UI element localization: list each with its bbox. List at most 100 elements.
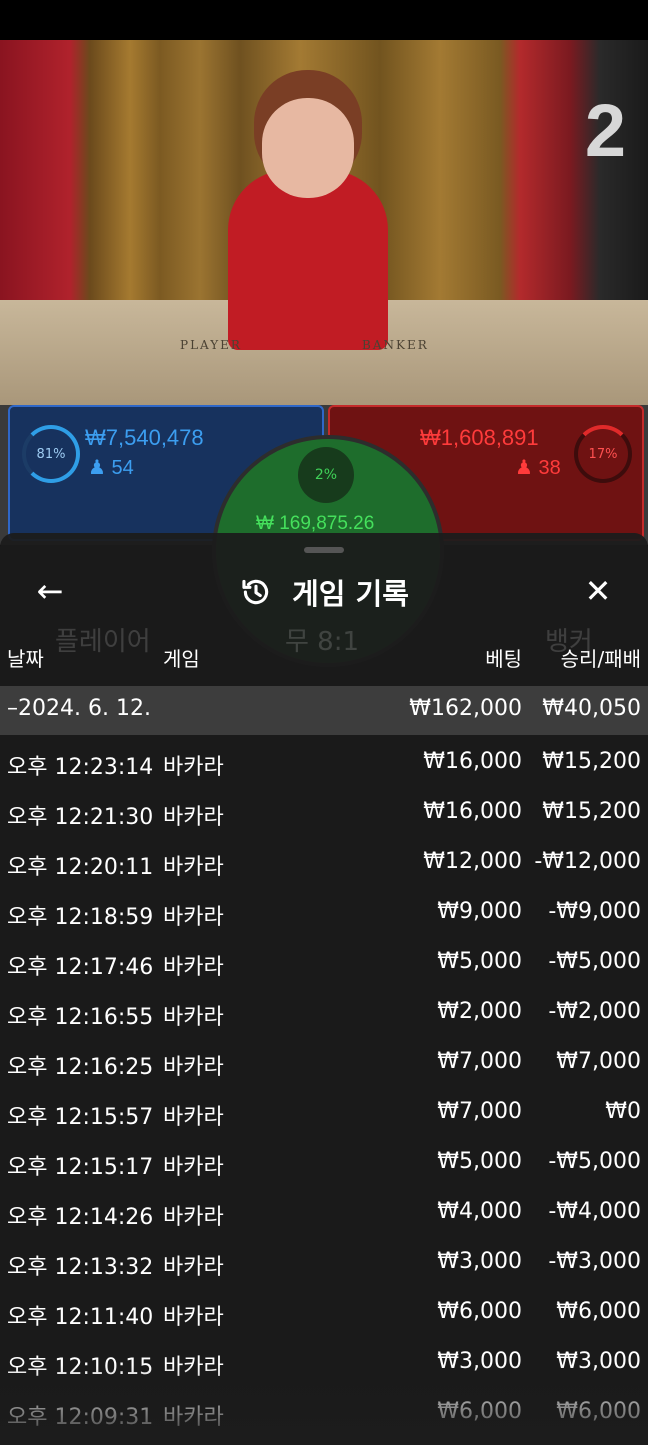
row-bet: ₩4,000: [437, 1199, 522, 1224]
banker-count-value: 38: [538, 457, 561, 479]
col-game: 게임: [163, 647, 200, 671]
row-time: 오후 12:23:14: [7, 755, 154, 780]
history-row[interactable]: 오후 12:20:11 바카라 ₩12,000 -₩12,000: [0, 839, 648, 889]
tie-percent: 2%: [298, 447, 354, 503]
row-bet: ₩6,000: [437, 1299, 522, 1324]
player-percent-ring: 81%: [22, 425, 80, 483]
date-group-label: –2024. 6. 12.: [7, 696, 151, 721]
row-time: 오후 12:16:25: [7, 1055, 154, 1080]
dealer-head: [262, 98, 354, 198]
bet-summary-area: 81% ₩7,540,478 ♟ 54 ₩1,608,891 ♟ 38 17% …: [0, 405, 648, 667]
banker-count: ♟ 38: [515, 455, 561, 480]
row-game: 바카라: [163, 1205, 224, 1230]
panel-header: ← 게임 기록 ✕: [0, 563, 648, 613]
row-result: -₩2,000: [548, 999, 641, 1024]
row-result: ₩3,000: [556, 1349, 641, 1374]
live-video-feed: PLAYER BANKER 2: [0, 40, 648, 405]
user-icon: ♟: [515, 457, 539, 479]
history-row[interactable]: 오후 12:09:31 바카라 ₩6,000 ₩6,000: [0, 1389, 648, 1439]
game-history-panel: 플레이어 무 8:1 뱅커 ← 게임 기록 ✕ 날짜 게임 베팅 승리/패배 –…: [0, 533, 648, 1445]
row-time: 오후 12:21:30: [7, 805, 154, 830]
tie-total-amount: ₩ 169,875.26: [256, 513, 375, 534]
status-bar: [0, 0, 648, 40]
history-row[interactable]: 오후 12:21:30 바카라 ₩16,000 ₩15,200: [0, 789, 648, 839]
row-bet: ₩3,000: [437, 1349, 522, 1374]
row-time: 오후 12:15:17: [7, 1155, 154, 1180]
history-row[interactable]: 오후 12:10:15 바카라 ₩3,000 ₩3,000: [0, 1339, 648, 1389]
col-bet: 베팅: [485, 647, 522, 671]
history-row[interactable]: 오후 12:13:32 바카라 ₩3,000 -₩3,000: [0, 1239, 648, 1289]
row-bet: ₩9,000: [437, 899, 522, 924]
row-game: 바카라: [163, 1005, 224, 1030]
history-row[interactable]: 오후 12:23:14 바카라 ₩16,000 ₩15,200: [0, 739, 648, 789]
row-time: 오후 12:10:15: [7, 1355, 154, 1380]
row-bet: ₩16,000: [423, 799, 522, 824]
panel-title: 게임 기록: [292, 577, 409, 611]
history-row[interactable]: 오후 12:11:40 바카라 ₩6,000 ₩6,000: [0, 1289, 648, 1339]
row-game: 바카라: [163, 905, 224, 930]
history-icon: [242, 579, 269, 605]
history-row[interactable]: 오후 12:16:25 바카라 ₩7,000 ₩7,000: [0, 1039, 648, 1089]
table-player-label: PLAYER: [180, 338, 242, 352]
row-result: -₩3,000: [548, 1249, 641, 1274]
date-group-result-total: ₩40,050: [542, 696, 641, 721]
column-headers: 날짜 게임 베팅 승리/패배: [0, 643, 648, 673]
row-bet: ₩2,000: [437, 999, 522, 1024]
row-result: -₩9,000: [548, 899, 641, 924]
banker-percent-ring: 17%: [574, 425, 632, 483]
row-result: -₩4,000: [548, 1199, 641, 1224]
row-result: -₩5,000: [548, 949, 641, 974]
row-time: 오후 12:14:26: [7, 1205, 154, 1230]
row-game: 바카라: [163, 1055, 224, 1080]
player-count: ♟ 54: [88, 455, 134, 480]
row-result: ₩0: [605, 1099, 641, 1124]
row-result: -₩5,000: [548, 1149, 641, 1174]
col-result: 승리/패배: [560, 647, 641, 671]
row-game: 바카라: [163, 1355, 224, 1380]
history-row[interactable]: 오후 12:16:55 바카라 ₩2,000 -₩2,000: [0, 989, 648, 1039]
row-time: 오후 12:09:31: [7, 1405, 154, 1430]
row-bet: ₩3,000: [437, 1249, 522, 1274]
row-bet: ₩7,000: [437, 1099, 522, 1124]
player-count-value: 54: [111, 457, 134, 479]
row-time: 오후 12:18:59: [7, 905, 154, 930]
row-game: 바카라: [163, 1305, 224, 1330]
row-time: 오후 12:13:32: [7, 1255, 154, 1280]
history-row[interactable]: 오후 12:14:26 바카라 ₩4,000 -₩4,000: [0, 1189, 648, 1239]
row-bet: ₩16,000: [423, 749, 522, 774]
row-time: 오후 12:17:46: [7, 955, 154, 980]
row-result: ₩7,000: [556, 1049, 641, 1074]
close-icon: ✕: [584, 572, 612, 610]
row-result: ₩6,000: [556, 1299, 641, 1324]
player-total-amount: ₩7,540,478: [85, 425, 204, 450]
row-game: 바카라: [163, 805, 224, 830]
row-result: ₩15,200: [542, 799, 641, 824]
row-time: 오후 12:20:11: [7, 855, 154, 880]
title-wrap: 게임 기록: [0, 571, 648, 613]
date-group-row[interactable]: –2024. 6. 12. ₩162,000 ₩40,050: [0, 686, 648, 735]
history-row[interactable]: 오후 12:15:17 바카라 ₩5,000 -₩5,000: [0, 1139, 648, 1189]
row-game: 바카라: [163, 955, 224, 980]
row-time: 오후 12:15:57: [7, 1105, 154, 1130]
row-bet: ₩7,000: [437, 1049, 522, 1074]
table-banker-label: BANKER: [362, 338, 429, 352]
row-game: 바카라: [163, 1105, 224, 1130]
row-game: 바카라: [163, 855, 224, 880]
history-row[interactable]: 오후 12:17:46 바카라 ₩5,000 -₩5,000: [0, 939, 648, 989]
banker-total-amount: ₩1,608,891: [420, 425, 539, 450]
row-bet: ₩5,000: [437, 1149, 522, 1174]
drag-handle[interactable]: [304, 547, 344, 553]
col-date: 날짜: [7, 647, 44, 671]
row-result: ₩6,000: [556, 1399, 641, 1424]
row-bet: ₩6,000: [437, 1399, 522, 1424]
row-result: ₩15,200: [542, 749, 641, 774]
round-number: 2: [584, 89, 626, 172]
row-time: 오후 12:11:40: [7, 1305, 154, 1330]
history-row[interactable]: 오후 12:15:57 바카라 ₩7,000 ₩0: [0, 1089, 648, 1139]
date-group-bet-total: ₩162,000: [409, 696, 522, 721]
close-button[interactable]: ✕: [578, 571, 618, 611]
row-result: -₩12,000: [534, 849, 641, 874]
history-row[interactable]: 오후 12:18:59 바카라 ₩9,000 -₩9,000: [0, 889, 648, 939]
row-game: 바카라: [163, 1255, 224, 1280]
user-icon: ♟: [88, 457, 112, 479]
